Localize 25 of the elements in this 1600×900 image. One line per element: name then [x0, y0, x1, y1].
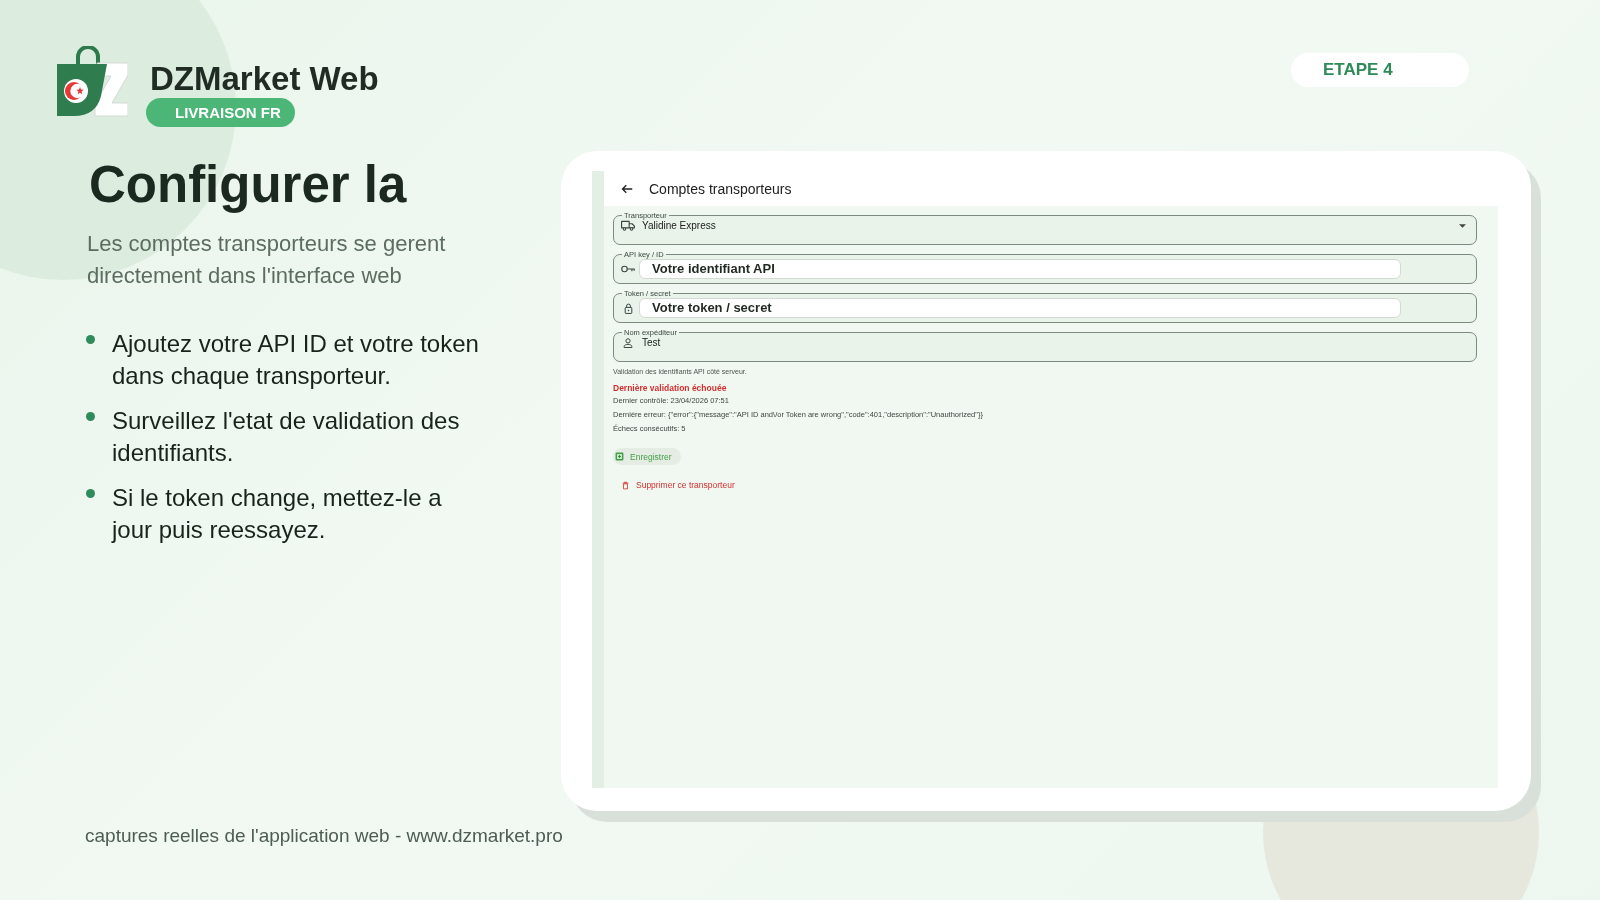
- person-icon: [623, 337, 633, 348]
- back-arrow-icon[interactable]: [621, 182, 633, 195]
- footer-caption: captures reelles de l'application web - www.dzmarket.pro: [85, 824, 563, 848]
- lock-icon: [623, 302, 633, 314]
- field-annotation: Votre token / secret: [639, 298, 1401, 318]
- validation-status: Dernière validation échouée: [613, 382, 727, 394]
- bullet-icon: [86, 412, 95, 421]
- dropdown-caret-icon[interactable]: [1459, 223, 1466, 228]
- field-annotation: Votre identifiant API: [639, 259, 1401, 279]
- save-icon: [615, 452, 624, 461]
- tagline-pill: LIVRAISON FR: [146, 98, 295, 127]
- bullet-icon: [86, 489, 95, 498]
- key-icon: [620, 265, 636, 273]
- slide-subtitle: Les comptes transporteurs se gerent directement dans l'interface web: [87, 230, 447, 290]
- step-badge: ETAPE 4: [1291, 53, 1469, 87]
- delete-button[interactable]: Supprimer ce transporteur: [613, 478, 735, 492]
- trash-icon: [622, 480, 629, 490]
- shopping-bag-logo-icon: [56, 46, 128, 118]
- bullet-text: Si le token change, mettez-le a jour puis reessayez.: [112, 483, 443, 545]
- bullet-text: Surveillez l'etat de validation des identifiants.: [112, 406, 461, 468]
- screen-title: Comptes transporteurs: [649, 180, 792, 197]
- truck-icon: [621, 220, 635, 231]
- bullet-icon: [86, 335, 95, 344]
- bullet-text: Ajoutez votre API ID et votre token dans chaque transporteur.: [112, 329, 480, 391]
- brand-name: DZMarket Web: [150, 60, 379, 98]
